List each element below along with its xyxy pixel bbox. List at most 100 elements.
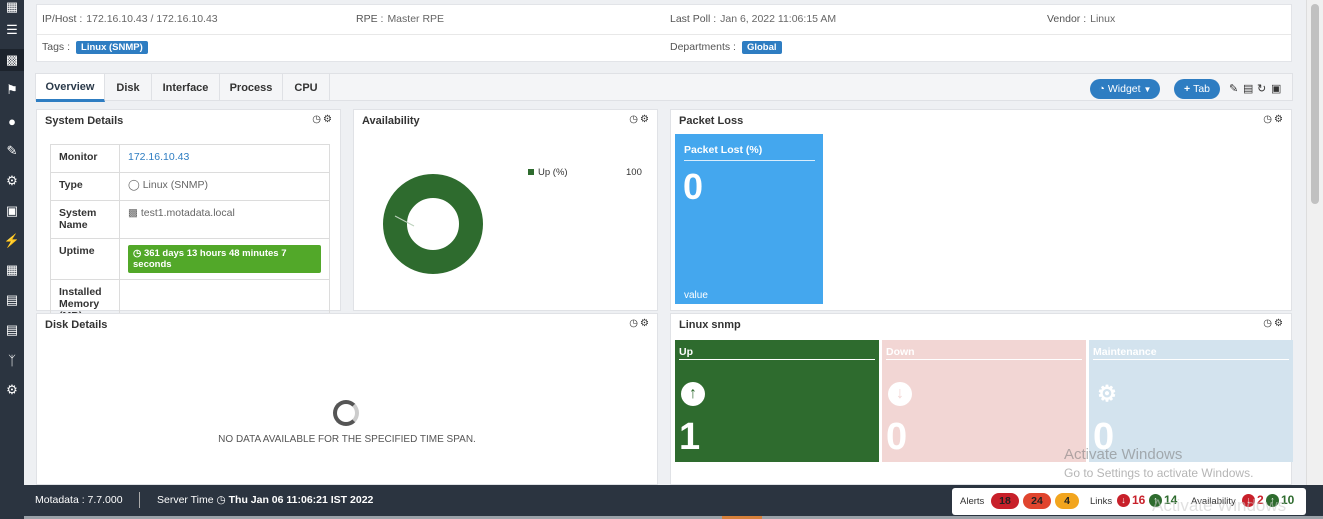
status-tile-down[interactable]: Down ↓ 0 [882, 340, 1086, 462]
left-sidebar: ▦ ☰ ▩ ⚑ ● ✎ ⚙ ▣ ⚡ ▦ ▤ ▤ ᛉ ⚙ [0, 0, 24, 519]
packet-loss-panel: Packet Loss ◷⚙ Packet Lost (%) 0 value [670, 109, 1292, 311]
clock-icon[interactable]: ◷ [629, 114, 640, 125]
widget-button[interactable]: ◔ Widget ▼ [1090, 79, 1160, 99]
gear-icon[interactable]: ⚙ [1274, 318, 1285, 329]
clock-icon[interactable]: ◷ [1263, 114, 1274, 125]
alert-major-badge[interactable]: 24 [1023, 493, 1051, 509]
trash-icon[interactable]: ▤ [1243, 82, 1253, 95]
tags: Tags : Linux (SNMP) [42, 41, 148, 54]
status-tile-up[interactable]: Up ↑ 1 [675, 340, 879, 462]
no-data-message: NO DATA AVAILABLE FOR THE SPECIFIED TIME… [218, 434, 476, 445]
tile-title: Packet Lost (%) [684, 144, 763, 156]
scrollbar-thumb[interactable] [1311, 4, 1319, 204]
up-count: 1 [679, 416, 701, 458]
edit-icon[interactable]: ✎ [1229, 82, 1238, 95]
flash-icon[interactable]: ⚡ [0, 230, 24, 252]
activate-windows-watermark: Activate Windows [1064, 446, 1183, 463]
department-badge[interactable]: Global [741, 41, 782, 54]
tab-interface[interactable]: Interface [152, 74, 220, 101]
arrow-down-icon: ↓ [888, 382, 912, 406]
config-icon[interactable]: ▣ [0, 200, 24, 222]
tile-footer: value [684, 290, 708, 301]
legend-item-up[interactable]: Up (%) [528, 167, 568, 178]
panel-title: Packet Loss [679, 115, 744, 127]
links-down[interactable]: ↓ 16 [1117, 493, 1145, 507]
vendor: Vendor : Linux [1047, 13, 1116, 25]
footer-separator [139, 492, 140, 508]
availability-donut-chart [383, 174, 483, 274]
disk-details-panel: Disk Details ◷⚙ NO DATA AVAILABLE FOR TH… [36, 313, 658, 485]
tile-divider [886, 359, 1082, 360]
last-poll: Last Poll : Jan 6, 2022 11:06:15 AM [670, 13, 837, 25]
refresh-icon[interactable]: ↻ [1257, 82, 1266, 95]
uptime-badge: ◷ 361 days 13 hours 48 minutes 7 seconds [128, 245, 321, 273]
tag-badge[interactable]: Linux (SNMP) [76, 41, 148, 54]
info-row-1: IP/Host :172.16.10.43 / 172.16.10.43 RPE… [37, 5, 1291, 33]
tab-disk[interactable]: Disk [105, 74, 152, 101]
gear-icon[interactable]: ⚙ [323, 114, 334, 125]
panel-controls: ◷⚙ [1263, 318, 1285, 329]
system-details-table: Monitor 172.16.10.43 Type ◯ Linux (SNMP) S… [50, 144, 330, 329]
linux-icon: ◯ [128, 179, 140, 191]
alert-critical-badge[interactable]: 18 [991, 493, 1019, 509]
server-time: Server Time ◷ Thu Jan 06 11:06:21 IST 20… [157, 494, 374, 506]
clock-icon[interactable]: ◷ [1263, 318, 1274, 329]
settings-icon[interactable]: ⚙ [0, 379, 24, 401]
add-tab-button[interactable]: + Tab [1174, 79, 1220, 99]
vertical-scrollbar[interactable] [1306, 0, 1323, 485]
monitor-link[interactable]: 172.16.10.43 [128, 151, 189, 163]
panel-title: Disk Details [45, 319, 108, 331]
system-details-panel: System Details ◷⚙ Monitor 172.16.10.43 Ty… [36, 109, 341, 329]
main-area: IP/Host :172.16.10.43 / 172.16.10.43 RPE… [24, 0, 1306, 485]
panel-title: Availability [362, 115, 420, 127]
calendar-icon[interactable]: ▦ [0, 259, 24, 281]
gears-icon[interactable]: ⚙ [0, 170, 24, 192]
activate-windows-subtext: Go to Settings to activate Windows. [1064, 466, 1254, 480]
packet-lost-value: 0 [683, 166, 704, 207]
branch-icon[interactable]: ᛉ [0, 349, 24, 371]
panel-controls: ◷⚙ [629, 318, 651, 329]
tile-divider [684, 160, 815, 161]
status-tile-maintenance[interactable]: Maintenance ⚙ 0 [1089, 340, 1293, 462]
packet-lost-tile: Packet Lost (%) 0 value [675, 134, 823, 304]
monitor-icon[interactable]: ▩ [0, 49, 24, 71]
ip-host: IP/Host :172.16.10.43 / 172.16.10.43 [42, 13, 218, 25]
linux-snmp-panel: Linux snmp ◷⚙ Up ↑ 1 Down ↓ 0 Maintenanc… [670, 313, 1293, 485]
plug-icon[interactable]: ✎ [0, 140, 24, 162]
bell-icon[interactable]: ● [0, 110, 24, 132]
copy-icon[interactable]: ▤ [0, 289, 24, 311]
clock-icon[interactable]: ◷ [312, 114, 323, 125]
departments: Departments : Global [670, 41, 782, 54]
monitor-info-header: IP/Host :172.16.10.43 / 172.16.10.43 RPE… [36, 4, 1292, 62]
gear-icon[interactable]: ⚙ [640, 318, 651, 329]
panel-controls: ◷⚙ [312, 114, 334, 125]
caret-down-icon: ▼ [1143, 84, 1152, 94]
status-footer: Motadata : 7.7.000 Server Time ◷ Thu Jan… [24, 485, 1323, 519]
report-icon[interactable]: ▤ [0, 319, 24, 341]
donut-slice-up[interactable] [383, 174, 483, 274]
alert-warning-badge[interactable]: 4 [1055, 493, 1079, 509]
clock-icon[interactable]: ◷ [629, 318, 640, 329]
tab-overview[interactable]: Overview [36, 74, 105, 102]
plus-icon: + [1183, 83, 1191, 95]
availability-panel: Availability ◷⚙ Up (%) 100 [353, 109, 658, 311]
gear-icon[interactable]: ⚙ [1274, 114, 1285, 125]
panel-title: Linux snmp [679, 319, 741, 331]
tab-process[interactable]: Process [220, 74, 283, 101]
legend-swatch [528, 169, 534, 175]
gear-icon: ⚙ [1097, 381, 1117, 406]
broadcast-icon[interactable]: ⚑ [0, 79, 24, 101]
panel-title: System Details [45, 115, 124, 127]
gear-icon[interactable]: ⚙ [640, 114, 651, 125]
down-count: 0 [886, 416, 908, 458]
desktop-icon: ▩ [128, 207, 138, 219]
topology-icon[interactable]: ☰ [0, 19, 24, 41]
lock-icon[interactable]: ▣ [1271, 82, 1281, 95]
version-label: Motadata : 7.7.000 [35, 494, 123, 506]
legend-value: 100 [626, 167, 642, 178]
panel-controls: ◷⚙ [1263, 114, 1285, 125]
tab-bar: Overview Disk Interface Process CPU ◔ Wid… [35, 73, 1293, 102]
network-icon[interactable]: ▦ [0, 0, 24, 18]
tab-cpu[interactable]: CPU [283, 74, 330, 101]
rpe: RPE : Master RPE [356, 13, 445, 25]
